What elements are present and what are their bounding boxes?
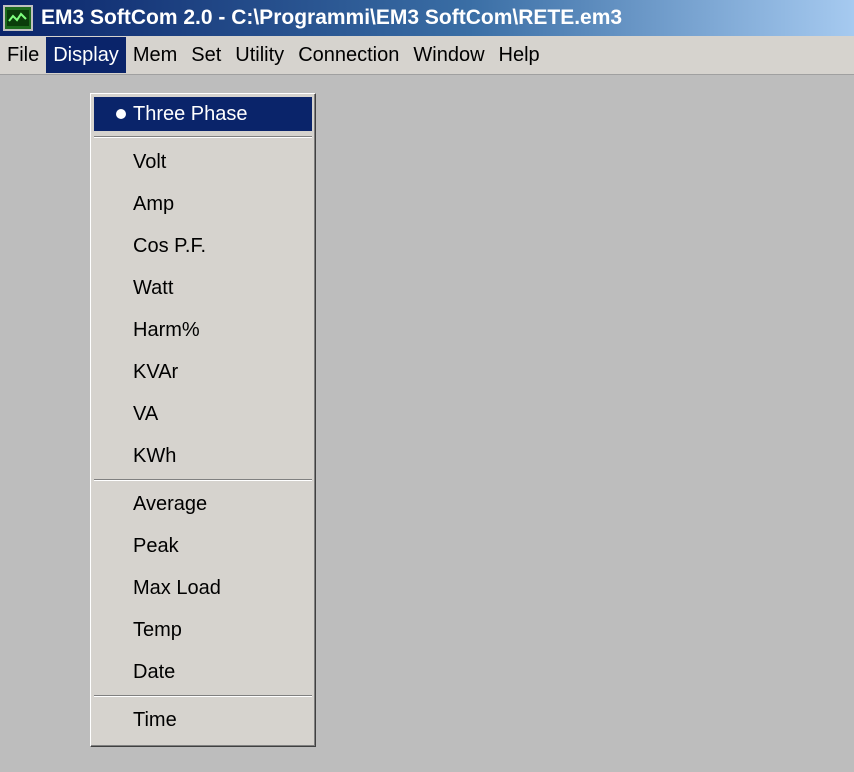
title-bar: EM3 SoftCom 2.0 - C:\Programmi\EM3 SoftC… [0, 0, 854, 36]
window-title: EM3 SoftCom 2.0 - C:\Programmi\EM3 SoftC… [41, 6, 623, 29]
menu-help[interactable]: Help [492, 37, 547, 73]
radio-bullet-icon [116, 109, 126, 119]
menu-item-va[interactable]: VA [94, 397, 312, 431]
menu-item-label: Date [133, 660, 176, 683]
menu-item-label: Volt [133, 150, 167, 173]
menu-item-label: Average [133, 492, 208, 515]
menu-item-max-load[interactable]: Max Load [94, 571, 312, 605]
menu-item-time[interactable]: Time [94, 703, 312, 737]
menu-separator [94, 136, 312, 138]
menu-item-label: Time [133, 708, 177, 731]
menu-item-temp[interactable]: Temp [94, 613, 312, 647]
menu-item-label: Amp [133, 192, 175, 215]
menu-item-date[interactable]: Date [94, 655, 312, 689]
menu-item-three-phase[interactable]: Three Phase [94, 97, 312, 131]
menu-bar: File Display Mem Set Utility Connection … [0, 36, 854, 75]
menu-item-label: KWh [133, 444, 177, 467]
menu-item-label: Harm% [133, 318, 200, 341]
menu-item-label: Max Load [133, 576, 221, 599]
menu-item-peak[interactable]: Peak [94, 529, 312, 563]
menu-item-kwh[interactable]: KWh [94, 439, 312, 473]
menu-item-label: Temp [133, 618, 182, 641]
menu-connection[interactable]: Connection [291, 37, 406, 73]
menu-item-kvar[interactable]: KVAr [94, 355, 312, 389]
menu-utility[interactable]: Utility [228, 37, 291, 73]
menu-item-volt[interactable]: Volt [94, 145, 312, 179]
menu-file[interactable]: File [0, 37, 46, 73]
menu-window[interactable]: Window [406, 37, 491, 73]
menu-item-harm[interactable]: Harm% [94, 313, 312, 347]
menu-item-label: Three Phase [133, 102, 248, 125]
menu-item-label: Cos P.F. [133, 234, 206, 257]
menu-item-average[interactable]: Average [94, 487, 312, 521]
menu-item-label: Peak [133, 534, 179, 557]
menu-item-label: Watt [133, 276, 174, 299]
app-monitor-icon[interactable] [3, 5, 33, 31]
menu-set[interactable]: Set [184, 37, 228, 73]
menu-item-watt[interactable]: Watt [94, 271, 312, 305]
menu-item-label: VA [133, 402, 159, 425]
menu-item-label: KVAr [133, 360, 179, 383]
menu-separator [94, 479, 312, 481]
menu-separator [94, 695, 312, 697]
menu-item-cos-pf[interactable]: Cos P.F. [94, 229, 312, 263]
display-dropdown-menu: Three Phase Volt Amp Cos P.F. Watt Harm%… [90, 93, 316, 747]
menu-mem[interactable]: Mem [126, 37, 184, 73]
menu-item-amp[interactable]: Amp [94, 187, 312, 221]
menu-display[interactable]: Display [46, 37, 126, 73]
